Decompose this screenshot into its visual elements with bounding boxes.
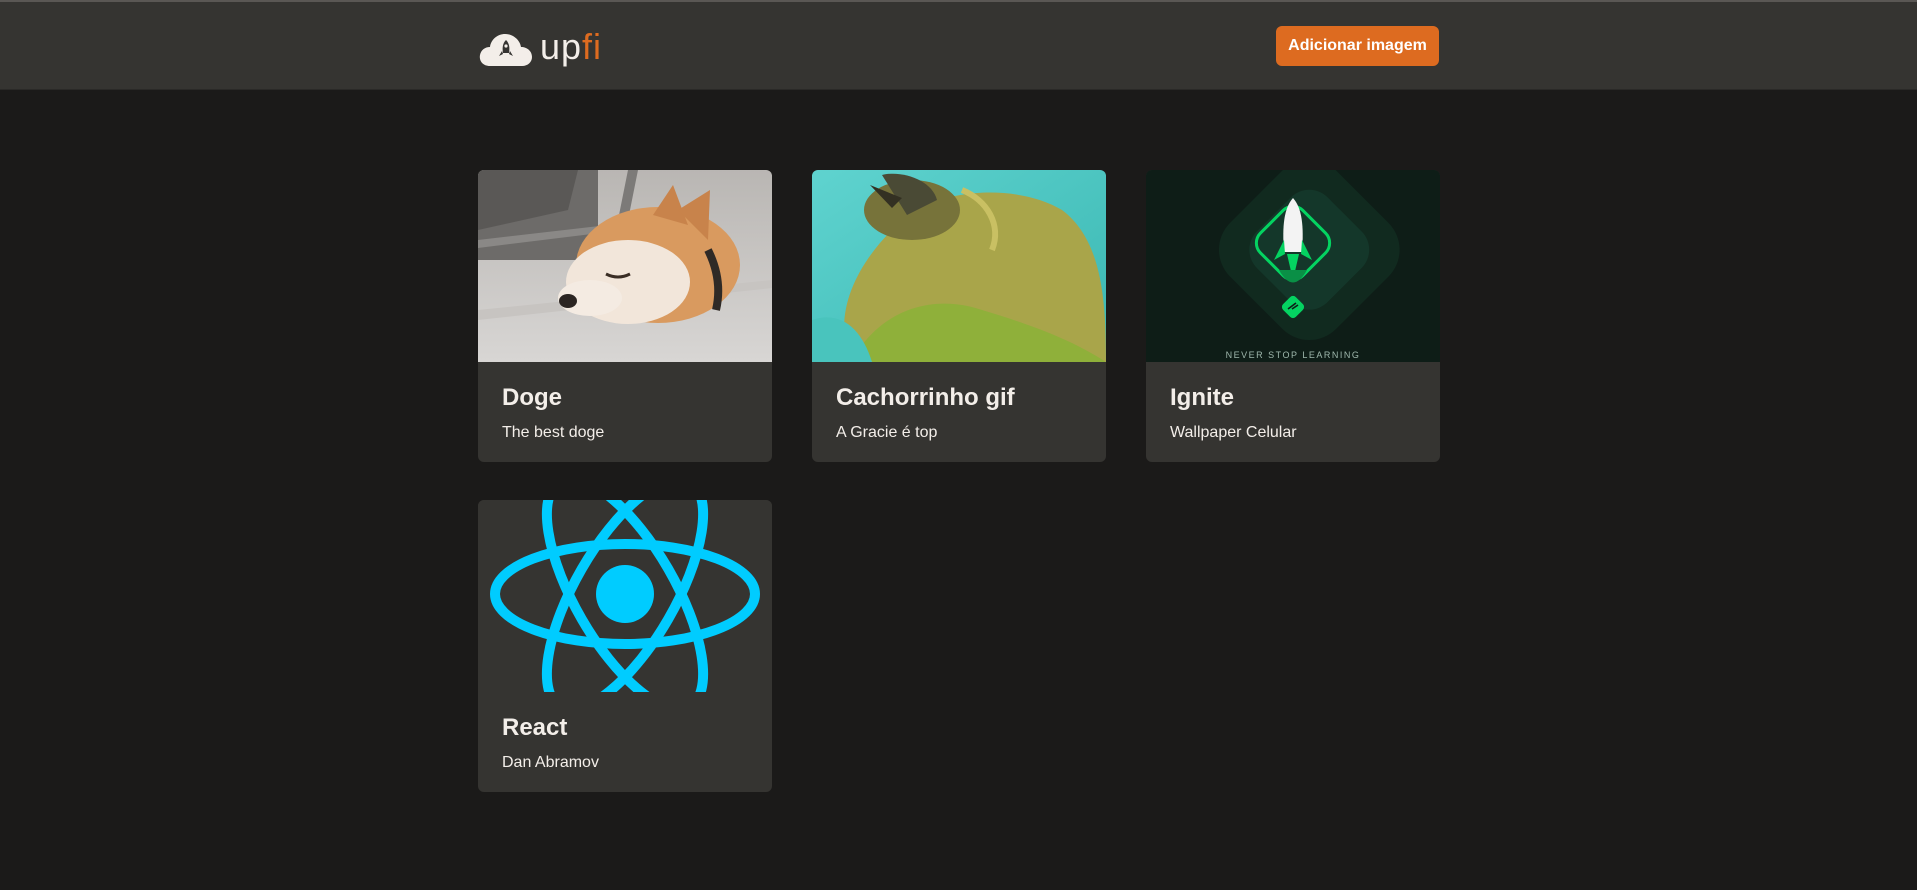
image-card[interactable]: NEVER STOP LEARNING Ignite Wallpaper Cel…	[1146, 170, 1440, 462]
image-card[interactable]: Doge The best doge	[478, 170, 772, 462]
cloud-rocket-icon	[479, 34, 532, 66]
card-title: Ignite	[1170, 384, 1234, 411]
card-image-ignite[interactable]: NEVER STOP LEARNING	[1146, 170, 1440, 362]
image-card[interactable]: React Dan Abramov	[478, 500, 772, 792]
card-description: A Gracie é top	[836, 424, 938, 441]
card-description: The best doge	[502, 424, 605, 441]
top-header: upfi Adicionar imagem	[0, 2, 1917, 90]
upfi-logo[interactable]: upfi	[478, 24, 602, 70]
card-description: Dan Abramov	[502, 754, 599, 771]
ignite-caption: NEVER STOP LEARNING	[1226, 350, 1361, 360]
card-image-react[interactable]	[478, 500, 772, 692]
react-logo-icon	[478, 500, 772, 692]
card-image-cachorrinho[interactable]	[812, 170, 1106, 362]
add-image-button[interactable]: Adicionar imagem	[1276, 26, 1439, 66]
card-title: React	[502, 714, 568, 741]
card-description: Wallpaper Celular	[1170, 424, 1297, 441]
card-title: Cachorrinho gif	[836, 384, 1015, 411]
card-image-doge[interactable]	[478, 170, 772, 362]
image-card[interactable]: Cachorrinho gif A Gracie é top	[812, 170, 1106, 462]
card-title: Doge	[502, 384, 562, 411]
logo-wordmark: upfi	[540, 26, 603, 67]
